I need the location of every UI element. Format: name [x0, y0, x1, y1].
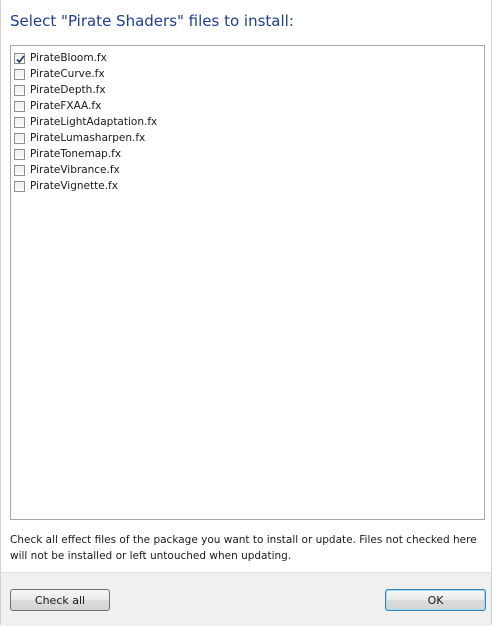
file-checkbox[interactable]: [14, 164, 25, 176]
file-item[interactable]: PirateBloom.fx: [11, 50, 484, 66]
check-all-button[interactable]: Check all: [10, 589, 110, 611]
help-text: Check all effect files of the package yo…: [10, 534, 477, 562]
file-label: PirateCurve.fx: [30, 68, 105, 80]
ok-button[interactable]: OK: [385, 589, 486, 611]
file-checkbox[interactable]: [14, 180, 25, 192]
file-item[interactable]: PirateTonemap.fx: [11, 146, 484, 162]
file-checkbox[interactable]: [14, 100, 25, 112]
file-label: PirateBloom.fx: [30, 52, 107, 64]
file-item[interactable]: PirateCurve.fx: [11, 66, 484, 82]
file-item[interactable]: PirateVignette.fx: [11, 178, 484, 194]
file-checkbox[interactable]: [14, 68, 25, 80]
dialog-footer: Check all OK: [1, 572, 491, 626]
file-item[interactable]: PirateLightAdaptation.fx: [11, 114, 484, 130]
file-list[interactable]: PirateBloom.fx PirateCurve.fx PirateDepth.…: [10, 45, 485, 520]
file-label: PirateDepth.fx: [30, 84, 106, 96]
file-checkbox[interactable]: [14, 132, 25, 144]
file-checkbox[interactable]: [14, 148, 25, 160]
checkmark-icon: [16, 54, 25, 63]
file-item[interactable]: PirateDepth.fx: [11, 82, 484, 98]
file-label: PirateTonemap.fx: [30, 148, 122, 160]
file-label: PirateLumasharpen.fx: [30, 132, 146, 144]
dialog-title: Select "Pirate Shaders" files to install…: [10, 12, 294, 30]
file-label: PirateVignette.fx: [30, 180, 118, 192]
file-checkbox[interactable]: [14, 116, 25, 128]
file-item[interactable]: PirateVibrance.fx: [11, 162, 484, 178]
file-item[interactable]: PirateFXAA.fx: [11, 98, 484, 114]
file-label: PirateLightAdaptation.fx: [30, 116, 158, 128]
file-checkbox[interactable]: [14, 52, 25, 64]
installer-dialog: Select "Pirate Shaders" files to install…: [0, 0, 492, 626]
file-label: PirateVibrance.fx: [30, 164, 120, 176]
file-label: PirateFXAA.fx: [30, 100, 102, 112]
file-checkbox[interactable]: [14, 84, 25, 96]
file-item[interactable]: PirateLumasharpen.fx: [11, 130, 484, 146]
